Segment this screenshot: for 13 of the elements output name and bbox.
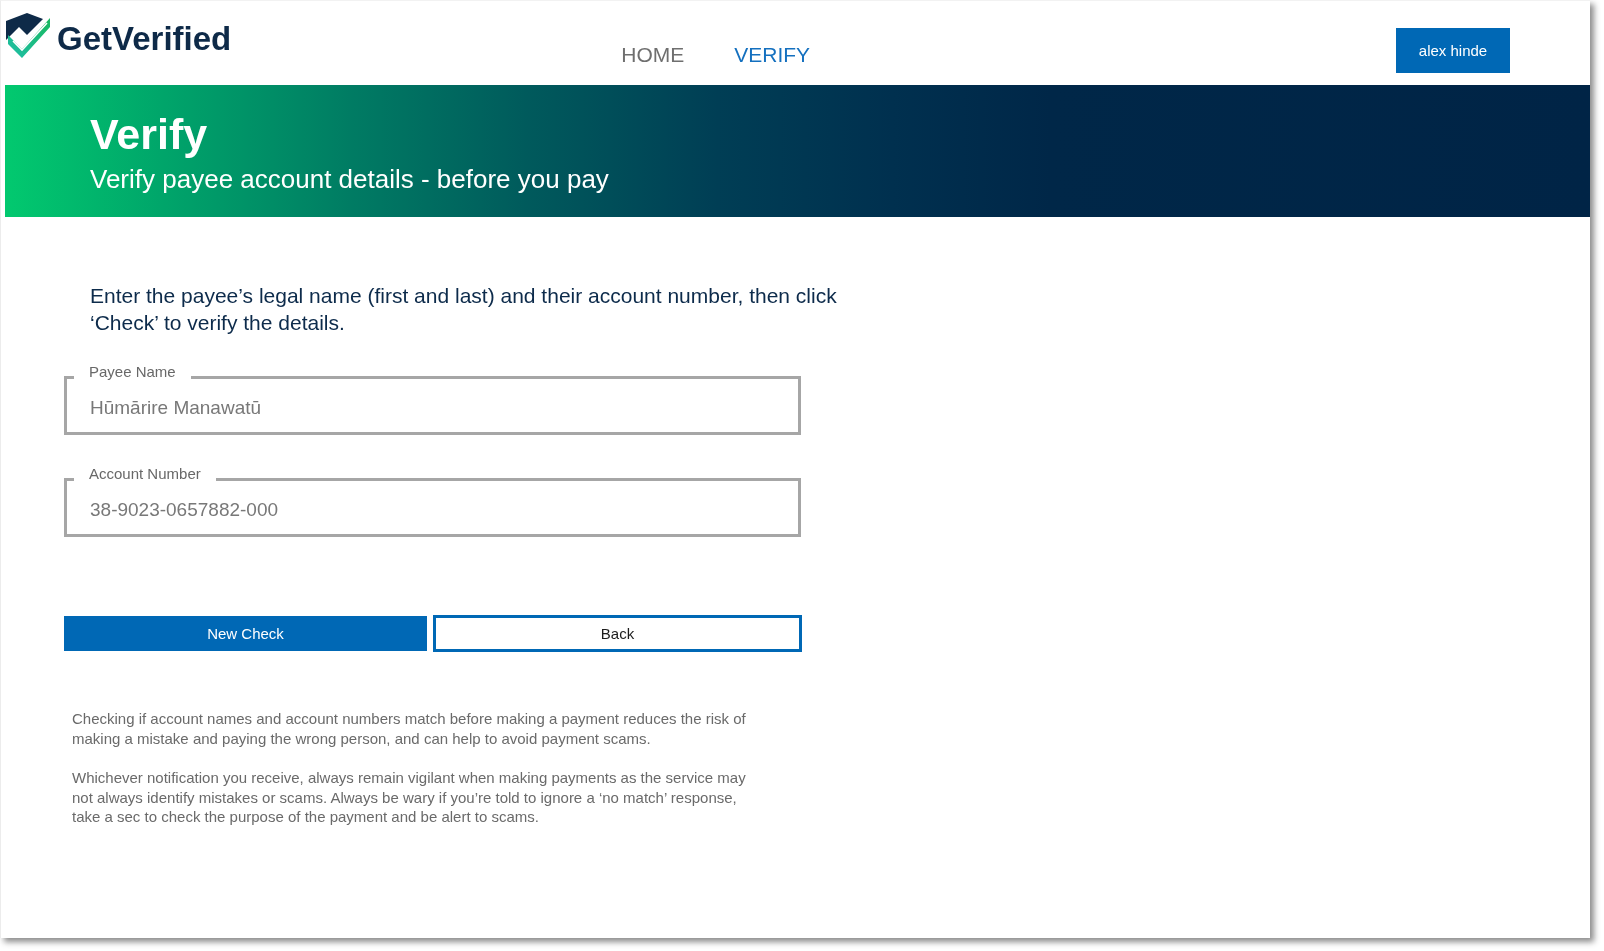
page-title: Verify [90, 110, 209, 158]
instruction-text: Enter the payee’s legal name (first and last) and their account number, then click ‘Check’ to verify the details. [90, 283, 838, 336]
text-input[interactable]: 38-9023-0657882-000 [64, 478, 801, 537]
nav-link[interactable]: VERIFY [734, 43, 811, 67]
new-check-button[interactable]: New Check [64, 616, 427, 651]
nav-link[interactable]: HOME [621, 43, 685, 67]
brand-name: GetVerified [57, 20, 232, 58]
field-label: Account Number [74, 465, 216, 483]
info-paragraph: Whichever notification you receive, always remain vigilant when making payments as the service may not always identify mistakes or scams. Always be wary if you’re told to ignore a ‘no match’ response, take a sec to check the purpose of the payment and be alert to scams. [72, 768, 747, 827]
back-button[interactable]: Back [433, 615, 802, 652]
page-subtitle: Verify payee account details - before you pay [90, 164, 610, 194]
info-paragraph: Checking if account names and account numbers match before making a payment reduces the risk of making a mistake and paying the wrong person, and can help to avoid payment scams. [72, 709, 747, 748]
user-button[interactable]: alex hinde [1396, 28, 1510, 73]
